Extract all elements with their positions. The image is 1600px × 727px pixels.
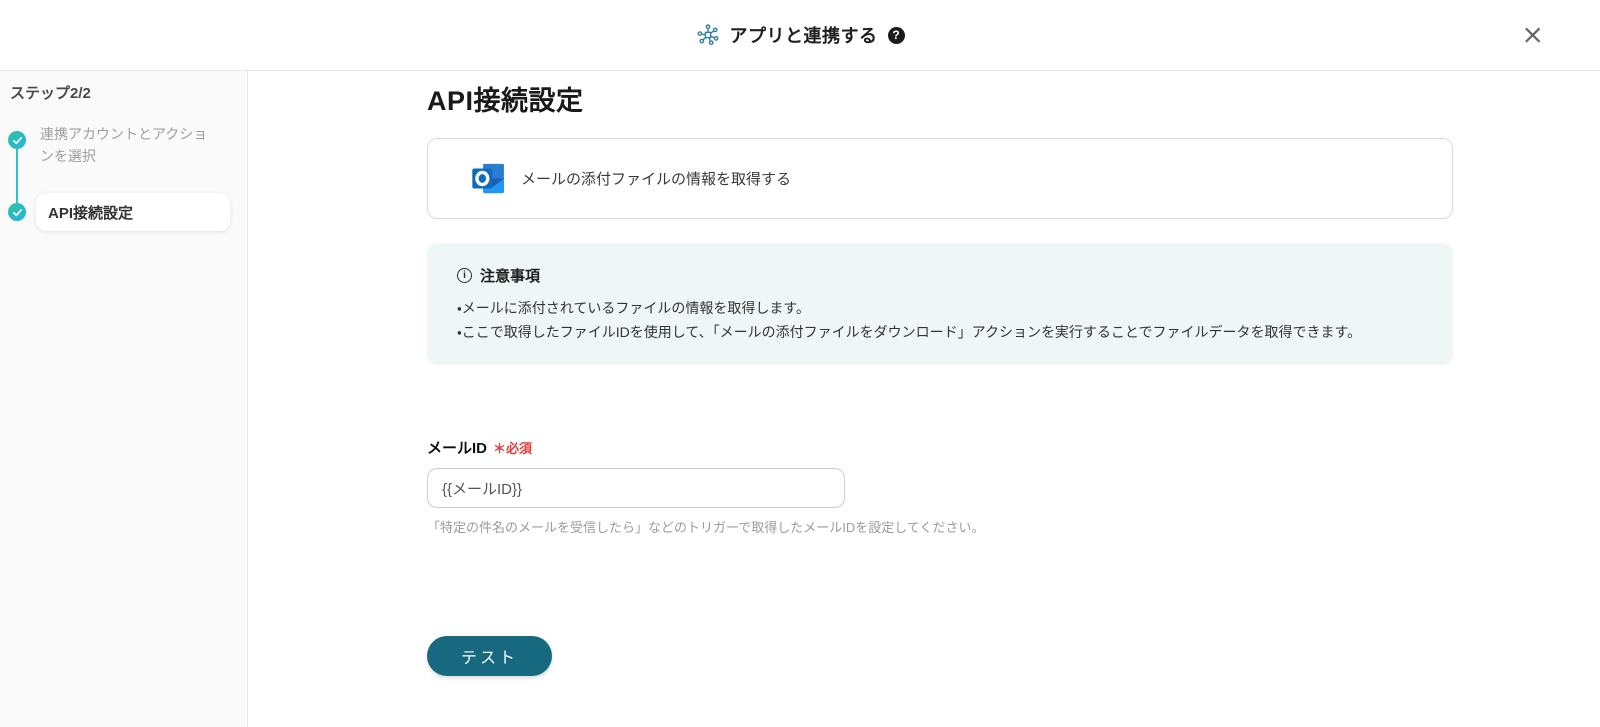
notice-title: 注意事項 bbox=[480, 268, 541, 285]
steps-sidebar: ステップ2/2 連携アカウントとアクションを選択 API接続設定 bbox=[0, 71, 248, 727]
step-progress-label: ステップ2/2 bbox=[10, 85, 91, 102]
sidebar-step-api-settings[interactable]: API接続設定 bbox=[36, 193, 230, 231]
modal-title: アプリと連携する bbox=[729, 26, 878, 46]
notice-line: ・ここで取得したファイルIDを使用して、「メールの添付ファイルをダウンロード」ア… bbox=[457, 324, 1362, 340]
mail-id-input[interactable] bbox=[427, 468, 845, 508]
selected-action-label: メールの添付ファイルの情報を取得する bbox=[521, 171, 792, 188]
notice-line: ・メールに添付されているファイルの情報を取得します。 bbox=[457, 300, 810, 316]
step-connector-line bbox=[16, 143, 18, 209]
integration-icon bbox=[696, 23, 720, 47]
main-panel: API接続設定 メールの添付ファイルの情報を取得する i 注意事項 ・メールに添… bbox=[248, 71, 1600, 727]
notice-box: i 注意事項 ・メールに添付されているファイルの情報を取得します。 ・ここで取得… bbox=[427, 243, 1453, 365]
mail-id-helper-text: 「特定の件名のメールを受信したら」などのトリガーで取得したメールIDを設定してく… bbox=[427, 520, 985, 535]
test-button[interactable]: テスト bbox=[427, 636, 552, 676]
header-title-group: アプリと連携する ? bbox=[696, 22, 905, 48]
selected-action-card: メールの添付ファイルの情報を取得する bbox=[427, 138, 1453, 219]
mail-id-field-group: メールID ＊必須 「特定の件名のメールを受信したら」などのトリガーで取得したメ… bbox=[427, 437, 1453, 536]
info-icon: i bbox=[457, 268, 472, 283]
outlook-icon bbox=[470, 160, 507, 197]
sidebar-step-account-action[interactable]: 連携アカウントとアクションを選択 bbox=[40, 123, 218, 167]
mail-id-label: メールID bbox=[427, 440, 488, 457]
required-badge: ＊必須 bbox=[493, 441, 533, 456]
page-title: API接続設定 bbox=[427, 86, 584, 116]
sidebar-step-api-settings-label: API接続設定 bbox=[48, 204, 134, 222]
close-icon[interactable]: × bbox=[1521, 22, 1544, 49]
help-icon[interactable]: ? bbox=[887, 26, 905, 44]
check-icon bbox=[8, 203, 26, 221]
modal-header: アプリと連携する ? × bbox=[0, 0, 1600, 71]
check-icon bbox=[8, 131, 26, 149]
